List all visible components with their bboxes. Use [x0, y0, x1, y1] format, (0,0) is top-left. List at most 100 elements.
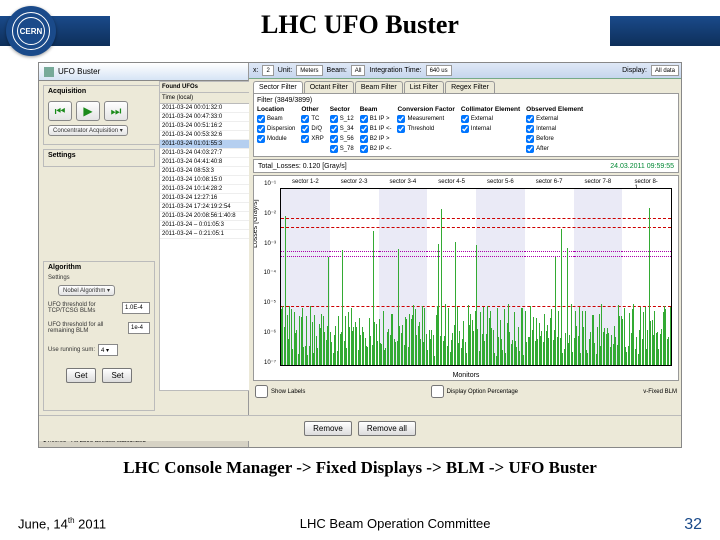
- filter-checkbox[interactable]: S_78: [330, 145, 354, 153]
- tab-sector-filter[interactable]: Sector Filter: [253, 81, 303, 93]
- found-ufo-row[interactable]: 2011-03-24 04:41:40:8: [160, 158, 250, 167]
- filter-checkbox[interactable]: Measurement: [397, 115, 454, 123]
- y-tick: 10⁻⁴: [256, 269, 276, 276]
- filter-checkbox-input[interactable]: [257, 125, 265, 133]
- found-ufo-row[interactable]: 2011-03-24 – 0:01:05:3: [160, 221, 250, 230]
- get-button[interactable]: Get: [66, 368, 97, 383]
- filter-checkbox[interactable]: Dispersion: [257, 125, 295, 133]
- filter-checkbox-input[interactable]: [330, 115, 338, 123]
- filter-checkbox[interactable]: Internal: [526, 125, 583, 133]
- beam-label: Beam:: [327, 67, 347, 74]
- found-ufo-row[interactable]: 2011-03-24 00:51:16:2: [160, 122, 250, 131]
- set-button[interactable]: Set: [102, 368, 132, 383]
- losses-window: x: 2 Unit: Meters Beam: All Integration …: [249, 63, 682, 448]
- filter-checkbox[interactable]: S_34: [330, 125, 354, 133]
- filter-checkbox-input[interactable]: [360, 115, 368, 123]
- found-ufo-row[interactable]: 2011-03-24 01:01:55:3: [160, 140, 250, 149]
- filter-checkbox[interactable]: B1 IP <-: [360, 125, 392, 133]
- filter-checkbox-input[interactable]: [330, 135, 338, 143]
- filter-checkbox-input[interactable]: [257, 115, 265, 123]
- show-labels-input[interactable]: [255, 385, 268, 398]
- found-ufo-row[interactable]: 2011-03-24 20:08:56:1:40:8: [160, 212, 250, 221]
- filter-checkbox[interactable]: Before: [526, 135, 583, 143]
- show-labels-checkbox[interactable]: Show Labels: [255, 385, 305, 398]
- filter-checkbox-input[interactable]: [397, 125, 405, 133]
- filter-checkbox-input[interactable]: [526, 125, 534, 133]
- filter-checkbox[interactable]: S_12: [330, 115, 354, 123]
- filter-checkbox-input[interactable]: [301, 135, 309, 143]
- filter-checkbox[interactable]: XRP: [301, 135, 323, 143]
- filter-checkbox-input[interactable]: [330, 145, 338, 153]
- filter-checkbox-input[interactable]: [301, 115, 309, 123]
- filter-checkbox[interactable]: Threshold: [397, 125, 454, 133]
- int-dropdown[interactable]: 640 us: [426, 65, 452, 76]
- display-percentage-input[interactable]: [431, 385, 444, 398]
- tab-list-filter[interactable]: List Filter: [404, 81, 444, 93]
- filter-checkbox[interactable]: External: [461, 115, 520, 123]
- filter-checkbox-label: External: [536, 116, 558, 122]
- found-ufo-row[interactable]: 2011-03-24 00:53:32:6: [160, 131, 250, 140]
- filter-checkbox[interactable]: TC: [301, 115, 323, 123]
- tab-octant-filter[interactable]: Octant Filter: [304, 81, 354, 93]
- filter-checkbox[interactable]: Beam: [257, 115, 295, 123]
- filter-checkbox[interactable]: D/Q: [301, 125, 323, 133]
- filter-checkbox[interactable]: Module: [257, 135, 295, 143]
- y-tick: 10⁻⁵: [256, 299, 276, 306]
- remove-all-button[interactable]: Remove all: [358, 421, 416, 436]
- filter-checkbox[interactable]: After: [526, 145, 583, 153]
- found-ufo-row[interactable]: 2011-03-24 04:03:27:7: [160, 149, 250, 158]
- found-ufo-row[interactable]: 2011-03-24 12:27:16: [160, 194, 250, 203]
- filter-tabs: Sector FilterOctant FilterBeam FilterLis…: [249, 79, 682, 93]
- found-ufo-row[interactable]: 2011-03-24 10:14:28:2: [160, 185, 250, 194]
- display-dropdown[interactable]: All data: [651, 65, 679, 76]
- algorithm-select: Nobel Algorithm ▾: [63, 287, 110, 294]
- beam-dropdown[interactable]: All: [351, 65, 366, 76]
- filter-checkbox-input[interactable]: [360, 135, 368, 143]
- found-ufo-row[interactable]: 2011-03-24 08:53:3: [160, 167, 250, 176]
- prev-button[interactable]: ⏮: [48, 101, 72, 121]
- found-ufo-row[interactable]: 2011-03-24 00:01:32:0: [160, 104, 250, 113]
- sector-label: sector 8-1: [634, 179, 658, 191]
- found-ufo-row[interactable]: 2011-03-24 – 0:21:05:1: [160, 230, 250, 239]
- filter-checkbox[interactable]: S_56: [330, 135, 354, 143]
- thr2-input[interactable]: 1e-4: [128, 322, 150, 334]
- filter-checkbox-input[interactable]: [257, 135, 265, 143]
- remove-button[interactable]: Remove: [304, 421, 352, 436]
- win-left-title: UFO Buster: [39, 63, 248, 81]
- x-input[interactable]: 2: [262, 65, 273, 76]
- filter-checkbox-input[interactable]: [360, 145, 368, 153]
- algorithm-dropdown[interactable]: Nobel Algorithm ▾: [58, 285, 115, 296]
- found-ufos-list[interactable]: Found UFOs Time (local) 2011-03-24 00:01…: [159, 81, 251, 391]
- filter-checkbox[interactable]: B2 IP >: [360, 135, 392, 143]
- show-labels-text: Show Labels: [271, 389, 305, 395]
- filter-checkbox-input[interactable]: [526, 145, 534, 153]
- filter-checkbox[interactable]: B1 IP >: [360, 115, 392, 123]
- filter-checkbox-input[interactable]: [526, 135, 534, 143]
- filter-checkbox-input[interactable]: [330, 125, 338, 133]
- filter-checkbox-label: Beam: [267, 116, 283, 122]
- thr1-input[interactable]: 1.0E-4: [122, 302, 150, 314]
- filter-checkbox[interactable]: External: [526, 115, 583, 123]
- tab-beam-filter[interactable]: Beam Filter: [355, 81, 403, 93]
- filter-column: BeamB1 IP >B1 IP <-B2 IP >B2 IP <-: [360, 106, 392, 153]
- display-percentage-checkbox[interactable]: Display Option Percentage: [431, 385, 518, 398]
- loss-spike: [670, 307, 671, 365]
- play-button[interactable]: ▶: [76, 101, 100, 121]
- filter-checkbox-input[interactable]: [461, 115, 469, 123]
- found-ufo-row[interactable]: 2011-03-24 17:24:19:2:54: [160, 203, 250, 212]
- tab-regex-filter[interactable]: Regex Filter: [445, 81, 495, 93]
- filter-checkbox[interactable]: Internal: [461, 125, 520, 133]
- found-ufo-row[interactable]: 2011-03-24 10:08:15:0: [160, 176, 250, 185]
- found-ufo-row[interactable]: 2011-03-24 00:47:33:0: [160, 113, 250, 122]
- running-sum-dropdown[interactable]: 4 ▾: [98, 344, 118, 356]
- filter-checkbox[interactable]: B2 IP <-: [360, 145, 392, 153]
- next-button[interactable]: ⏭: [104, 101, 128, 121]
- filter-checkbox-input[interactable]: [301, 125, 309, 133]
- losses-plot[interactable]: Losses [Gray/s] 10⁻¹10⁻²10⁻³10⁻⁴10⁻⁵10⁻⁶…: [253, 175, 679, 381]
- filter-checkbox-input[interactable]: [360, 125, 368, 133]
- concentrator-dropdown[interactable]: Concentrator Acquisition ▾: [48, 125, 128, 136]
- filter-checkbox-input[interactable]: [461, 125, 469, 133]
- filter-checkbox-input[interactable]: [526, 115, 534, 123]
- unit-dropdown[interactable]: Meters: [296, 65, 322, 76]
- filter-checkbox-input[interactable]: [397, 115, 405, 123]
